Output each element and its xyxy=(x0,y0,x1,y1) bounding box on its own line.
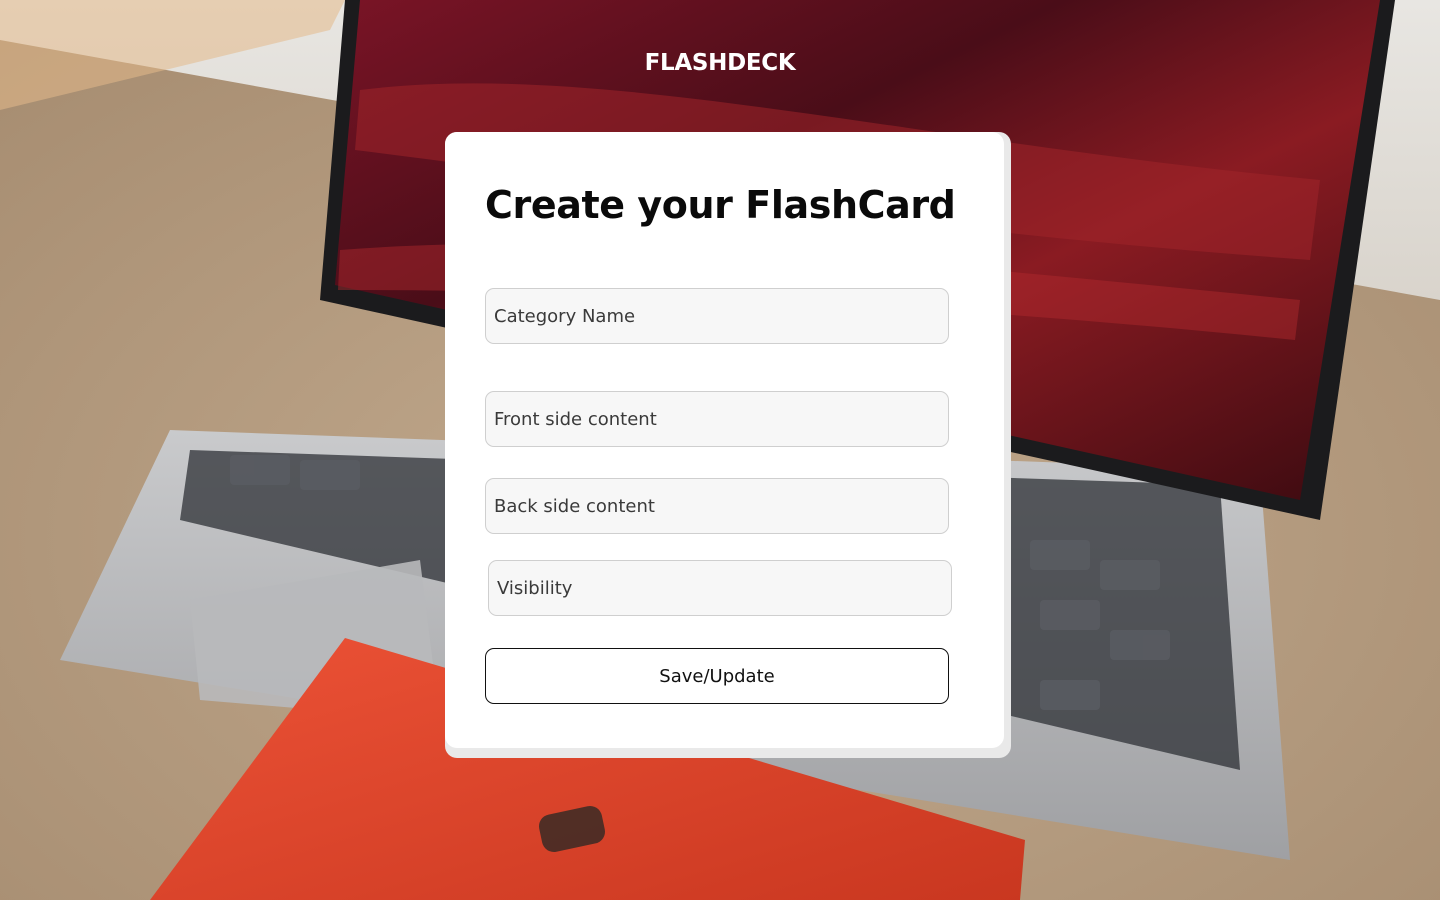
save-update-button[interactable]: Save/Update xyxy=(485,648,949,704)
front-side-content-input[interactable] xyxy=(485,391,949,447)
brand-logo-text[interactable]: FLASHDECK xyxy=(0,50,1440,76)
back-side-content-input[interactable] xyxy=(485,478,949,534)
page: FLASHDECK Create your FlashCard Save/Upd… xyxy=(0,0,1440,900)
visibility-input[interactable] xyxy=(488,560,952,616)
category-name-input[interactable] xyxy=(485,288,949,344)
page-title: Create your FlashCard xyxy=(485,183,956,227)
